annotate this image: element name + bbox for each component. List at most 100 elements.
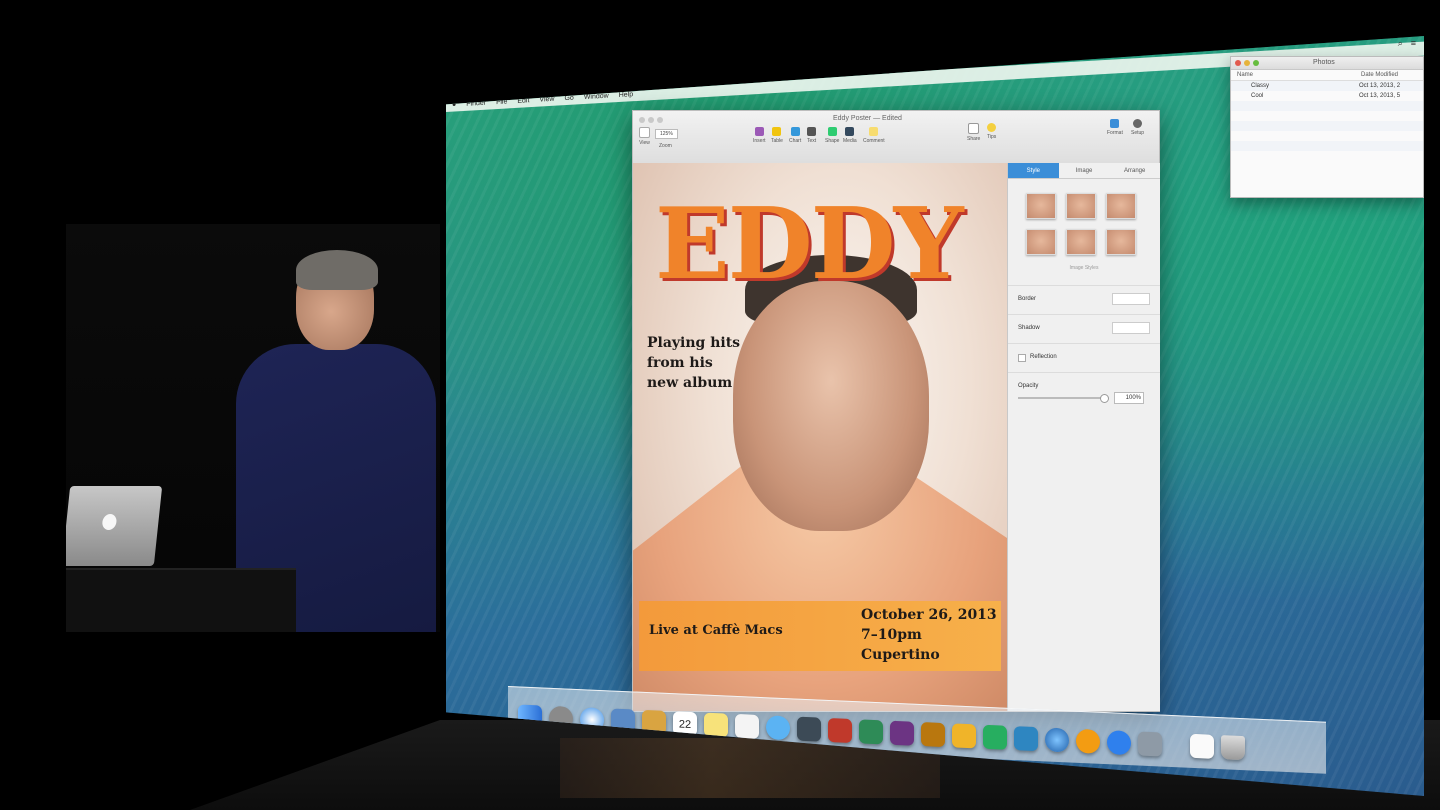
image-style-thumb[interactable]: [1106, 229, 1136, 255]
poster-subtitle[interactable]: Playing hits from his new album: [647, 333, 757, 393]
menu-help[interactable]: Help: [619, 91, 633, 99]
image-style-thumb[interactable]: [1106, 193, 1136, 219]
menu-window[interactable]: Window: [584, 92, 609, 100]
zoom-popup[interactable]: 125%: [655, 129, 678, 139]
menu-view[interactable]: View: [539, 95, 554, 103]
list-item: [1231, 151, 1423, 161]
border-swatch[interactable]: [1112, 293, 1150, 305]
border-row[interactable]: Border: [1008, 285, 1160, 314]
text-icon: [807, 127, 817, 136]
tab-arrange[interactable]: Arrange: [1109, 163, 1161, 179]
view-button[interactable]: View: [639, 127, 650, 146]
garageband-icon[interactable]: [921, 722, 945, 748]
apple-logo-icon: [101, 514, 118, 530]
reminders-icon[interactable]: [735, 713, 759, 739]
zoom-button[interactable]: [657, 117, 663, 123]
poster-photo[interactable]: [733, 281, 929, 531]
opacity-slider-knob[interactable]: [1100, 394, 1109, 403]
ibooks-icon[interactable]: [1076, 728, 1100, 754]
insert-icon: [754, 127, 764, 136]
tips-button[interactable]: Tips: [987, 123, 996, 140]
laptop: [66, 486, 163, 566]
numbers-icon[interactable]: [983, 724, 1007, 750]
file-date: Oct 13, 2013, 2: [1359, 83, 1401, 89]
finder-window: Photos Name Date Modified Classy Oct 13,…: [1230, 56, 1424, 198]
shape-button[interactable]: Shape: [825, 127, 839, 144]
pages-icon[interactable]: [952, 723, 976, 749]
list-item[interactable]: Cool Oct 13, 2013, 5: [1231, 91, 1423, 101]
share-label: Share: [967, 136, 981, 142]
image-style-thumb[interactable]: [1026, 193, 1056, 219]
shape-label: Shape: [825, 138, 840, 144]
tips-icon: [987, 123, 997, 132]
notes-icon[interactable]: [704, 712, 728, 738]
spotlight-icon[interactable]: ⌕: [1398, 38, 1403, 49]
image-style-thumb[interactable]: [1066, 193, 1096, 219]
imovie-icon[interactable]: [890, 720, 914, 746]
image-style-thumb[interactable]: [1066, 229, 1096, 255]
chart-label: Chart: [789, 138, 802, 144]
dock-separator: [1169, 757, 1183, 758]
column-name[interactable]: Name: [1237, 72, 1253, 78]
minimize-button[interactable]: [1244, 60, 1250, 66]
reflection-checkbox[interactable]: [1018, 354, 1026, 362]
tab-style[interactable]: Style: [1008, 163, 1059, 179]
zoom-label: Zoom: [659, 143, 672, 149]
messages-icon[interactable]: [766, 715, 790, 741]
comment-button[interactable]: Comment: [863, 127, 885, 144]
poster-title[interactable]: EDDY: [655, 187, 964, 302]
trash-icon[interactable]: [1221, 735, 1245, 761]
media-button[interactable]: Media: [843, 127, 857, 144]
reflection-row: Reflection: [1008, 343, 1160, 372]
menu-file[interactable]: File: [496, 98, 507, 106]
notification-center-icon[interactable]: ≡: [1411, 38, 1416, 49]
close-button[interactable]: [1235, 60, 1241, 66]
table-button[interactable]: Table: [771, 127, 783, 144]
apple-menu-icon[interactable]: ●: [452, 101, 456, 108]
finder-list: Classy Oct 13, 2013, 2 Cool Oct 13, 2013…: [1231, 81, 1423, 161]
minimize-button[interactable]: [648, 117, 654, 123]
chart-button[interactable]: Chart: [789, 127, 801, 144]
facetime-icon[interactable]: [797, 716, 821, 742]
pages-toolbar: Eddy Poster — Edited View 125% Zoom Inse…: [633, 111, 1159, 164]
speaker-video-panel: [66, 224, 440, 632]
shadow-row[interactable]: Shadow: [1008, 314, 1160, 343]
text-label: Text: [807, 138, 817, 144]
document-icon[interactable]: [1190, 733, 1214, 759]
image-styles-grid: [1008, 179, 1160, 255]
opacity-field[interactable]: 100%: [1114, 392, 1144, 404]
banner-venue: Live at Caffè Macs: [649, 623, 783, 638]
itunes-icon[interactable]: [1045, 727, 1069, 753]
banner-date: October 26, 2013: [861, 607, 997, 623]
opacity-slider[interactable]: [1018, 394, 1109, 403]
photo-booth-icon[interactable]: [828, 717, 852, 744]
banner-time: 7–10pm: [861, 627, 922, 643]
share-button[interactable]: Share: [967, 123, 980, 142]
shadow-swatch[interactable]: [1112, 322, 1150, 334]
keynote-icon[interactable]: [1014, 726, 1038, 752]
close-button[interactable]: [639, 117, 645, 123]
setup-button[interactable]: Setup: [1131, 119, 1144, 136]
comment-icon: [869, 127, 879, 136]
insert-button[interactable]: Insert: [753, 127, 766, 144]
iphoto-icon[interactable]: [859, 719, 883, 745]
menu-edit[interactable]: Edit: [517, 97, 529, 105]
menu-finder[interactable]: Finder: [466, 99, 486, 107]
system-preferences-icon[interactable]: [1138, 731, 1162, 757]
podium: [66, 568, 296, 632]
media-label: Media: [843, 138, 857, 144]
poster-banner[interactable]: Live at Caffè Macs October 26, 2013 7–10…: [639, 601, 1001, 671]
list-item: [1231, 131, 1423, 141]
column-date-modified[interactable]: Date Modified: [1361, 72, 1398, 78]
app-store-icon[interactable]: [1107, 730, 1131, 756]
view-label: View: [639, 140, 650, 146]
zoom-button[interactable]: [1253, 60, 1259, 66]
poster-canvas[interactable]: EDDY Playing hits from his new album Liv…: [633, 163, 1007, 711]
image-style-thumb[interactable]: [1026, 229, 1056, 255]
menu-go[interactable]: Go: [564, 94, 573, 102]
format-label: Format: [1107, 130, 1123, 136]
list-item[interactable]: Classy Oct 13, 2013, 2: [1231, 81, 1423, 91]
text-button[interactable]: Text: [807, 127, 816, 144]
tab-image[interactable]: Image: [1058, 163, 1110, 179]
format-button[interactable]: Format: [1107, 119, 1123, 136]
